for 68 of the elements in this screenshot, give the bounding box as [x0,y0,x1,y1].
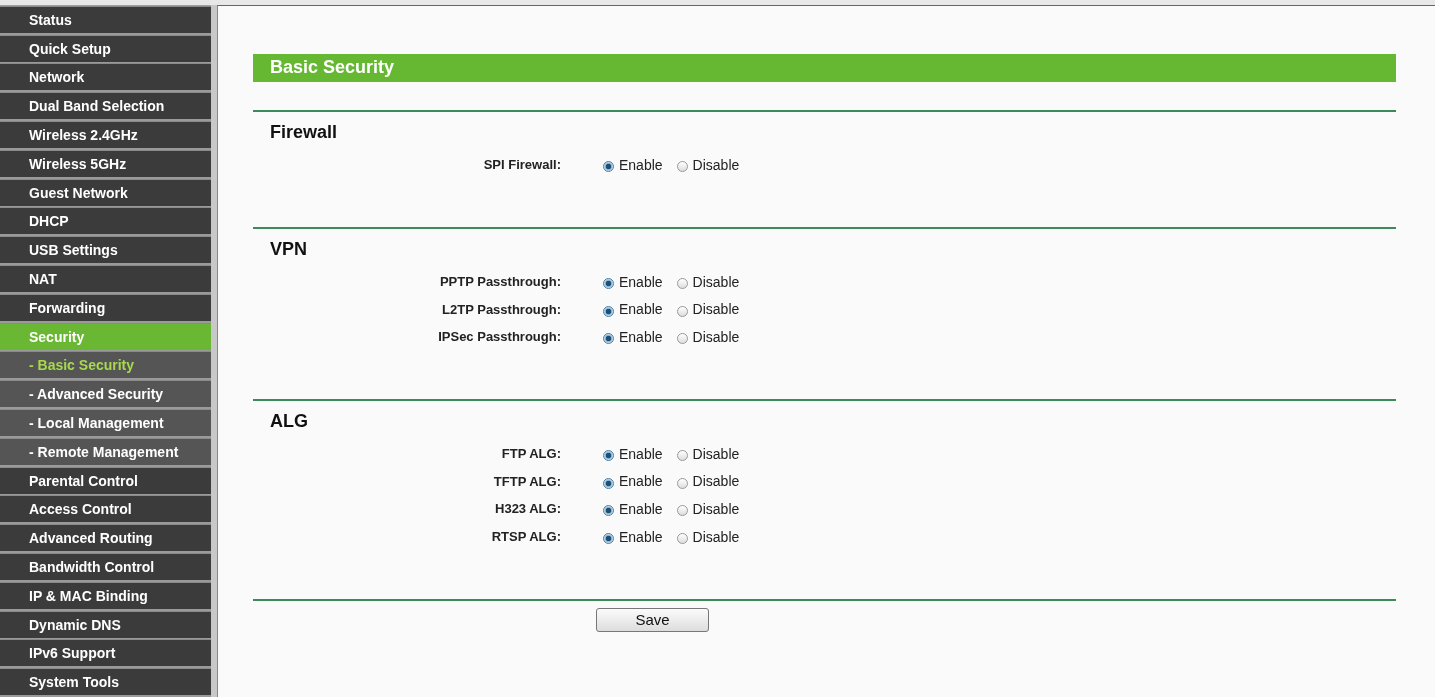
radio-button[interactable] [603,450,614,462]
section-title: VPN [269,238,308,260]
sidebar-item[interactable]: Advanced Routing [0,524,211,552]
field-label: RTSP ALG: [490,529,561,545]
radio-button[interactable] [676,477,688,489]
field-label: SPI Firewall: [482,157,561,173]
sidebar-item[interactable]: Guest Network [0,178,211,206]
sidebar-item[interactable]: Wireless 5GHz [0,149,211,177]
option-label: Enable [619,473,663,490]
sidebar-item[interactable]: Dual Band Selection [0,92,211,120]
sidebar-item[interactable]: Dynamic DNS [0,610,211,638]
sidebar-item[interactable]: Wireless 2.4GHz [0,121,211,149]
save-button[interactable]: Save [596,607,709,632]
radio-button[interactable] [676,305,688,317]
sidebar-item[interactable]: - Remote Management [0,437,211,465]
field-label: PPTP Passthrough: [438,274,561,290]
sidebar-item[interactable]: Network [0,63,211,91]
sidebar-item[interactable]: - Advanced Security [0,380,211,408]
option-label: Enable [619,445,663,462]
sidebar-item[interactable]: - Local Management [0,409,211,437]
sidebar-item[interactable]: - Basic Security [0,351,211,379]
sidebar-item[interactable]: NAT [0,265,211,293]
field-label: IPSec Passthrough: [437,329,561,345]
section-title: Firewall [269,122,339,143]
radio-button[interactable] [603,278,614,290]
option-label: Disable [692,273,740,290]
option-label: Disable [692,500,740,517]
sidebar-item[interactable]: USB Settings [0,236,211,264]
option-label: Enable [619,500,663,517]
radio-button[interactable] [676,278,688,290]
section-title: ALG [269,410,309,432]
option-label: Enable [619,328,663,345]
radio-button[interactable] [676,450,688,462]
sidebar-item[interactable]: DHCP [0,207,211,235]
sidebar-item[interactable]: Bandwidth Control [0,553,211,580]
option-label: Disable [692,301,740,318]
sidebar-item[interactable]: Access Control [0,495,211,523]
sidebar-item[interactable]: System Tools [0,668,211,696]
option-label: Disable [692,445,740,462]
option-label: Disable [692,528,740,545]
sidebar-item[interactable]: Parental Control [0,466,211,494]
option-label: Enable [619,273,663,290]
page-title: Basic Security [253,54,1396,82]
field-label: TFTP ALG: [492,473,561,489]
radio-button[interactable] [676,505,688,517]
sidebar-item[interactable]: Forwarding [0,293,211,321]
option-label: Disable [692,156,740,173]
sidebar-item[interactable]: IPv6 Support [0,639,211,667]
sidebar-item[interactable]: Quick Setup [0,34,211,62]
option-label: Enable [619,301,663,318]
radio-button[interactable] [603,161,614,173]
radio-button[interactable] [603,533,614,545]
field-label: L2TP Passthrough: [441,301,561,317]
radio-button[interactable] [603,505,614,517]
radio-button[interactable] [603,477,614,489]
option-label: Disable [692,473,740,490]
option-label: Disable [692,328,740,345]
sidebar-item[interactable]: IP & MAC Binding [0,581,211,609]
option-label: Enable [619,528,663,545]
radio-button[interactable] [603,333,614,345]
sidebar-item[interactable]: Status [0,5,211,33]
field-label: H323 ALG: [494,501,561,517]
radio-button[interactable] [603,305,614,317]
radio-button[interactable] [676,533,688,545]
radio-button[interactable] [676,161,688,173]
option-label: Enable [619,156,663,173]
field-label: FTP ALG: [500,446,561,462]
radio-button[interactable] [676,333,688,345]
